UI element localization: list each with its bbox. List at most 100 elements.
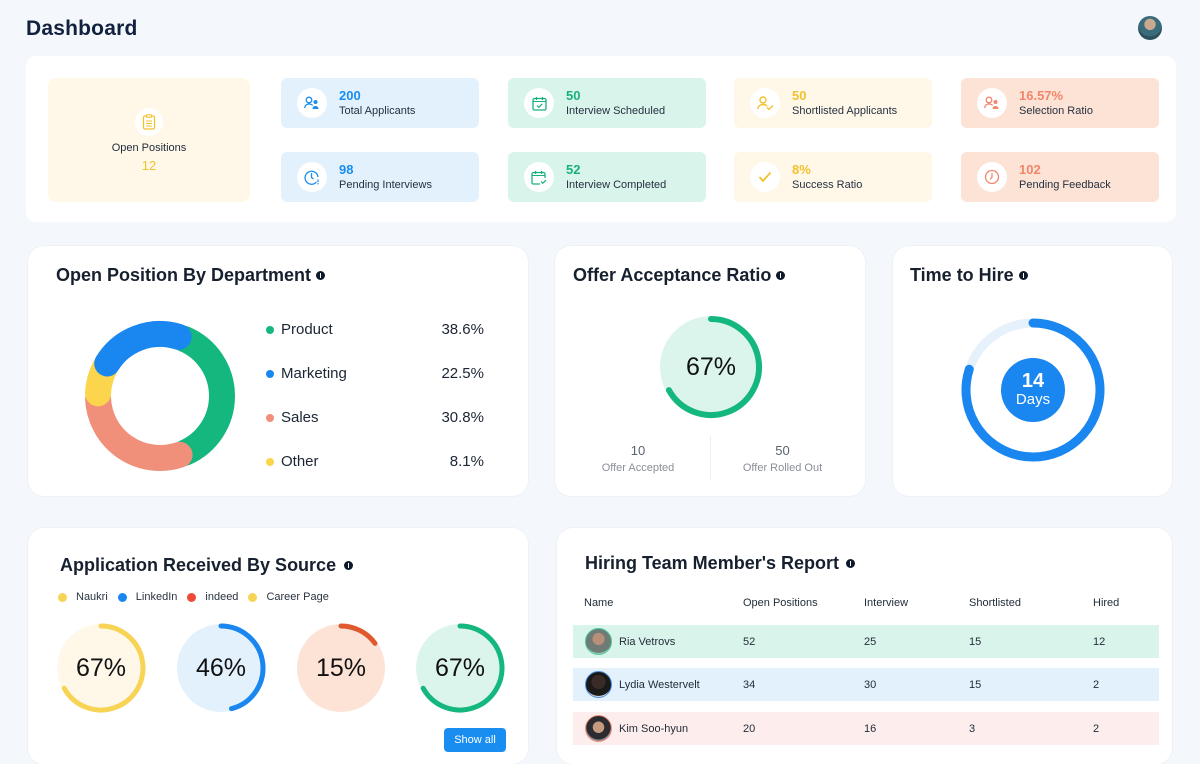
time-to-hire-unit: Days: [1015, 391, 1051, 408]
legend-label: Other: [281, 453, 319, 470]
stat-value: 98: [339, 161, 354, 177]
stat-value: 16.57%: [1019, 87, 1064, 103]
time-to-hire-badge: 14 Days: [1001, 358, 1065, 422]
stat-pending-interviews[interactable]: 98 Pending Interviews: [281, 152, 479, 202]
cell-interview: 16: [864, 722, 877, 735]
cell-hired: 12: [1093, 635, 1106, 648]
cell-open-positions: 34: [743, 678, 756, 691]
legend-value: 30.8%: [441, 409, 484, 426]
legend-career-page: Career Page: [266, 591, 329, 603]
cell-hired: 2: [1093, 678, 1100, 691]
stat-success-ratio[interactable]: 8% Success Ratio: [734, 152, 932, 202]
user-check-icon: [750, 88, 780, 118]
info-icon[interactable]: [846, 559, 855, 568]
show-all-button[interactable]: Show all: [444, 728, 506, 752]
stat-value: 52: [566, 161, 581, 177]
member-name: Lydia Westervelt: [619, 678, 700, 691]
source-gauge-value: 15%: [315, 653, 367, 682]
time-to-hire-value: 14: [1021, 370, 1045, 392]
department-title-text: Open Position By Department: [56, 265, 312, 285]
stat-label: Shortlisted Applicants: [792, 104, 898, 117]
column-open-positions[interactable]: Open Positions: [743, 597, 818, 609]
stat-label: Interview Scheduled: [566, 104, 666, 117]
department-donut-chart: [85, 321, 235, 471]
stat-pending-feedback[interactable]: 102 Pending Feedback: [961, 152, 1159, 202]
user-avatar[interactable]: [1138, 16, 1162, 40]
team-report-title-text: Hiring Team Member's Report: [585, 553, 839, 573]
legend-dot: [187, 592, 197, 602]
member-name: Ria Vetrovs: [619, 635, 676, 648]
source-gauge-value: 67%: [75, 653, 127, 682]
info-icon[interactable]: [776, 271, 786, 280]
source-gauge: 67%: [415, 623, 505, 713]
legend-label: Product: [281, 321, 333, 338]
offer-rolled-out-label: Offer Rolled Out: [742, 462, 823, 474]
table-row[interactable]: Lydia Westervelt 34 30 15 2: [573, 668, 1159, 701]
stat-shortlisted-applicants[interactable]: 50 Shortlisted Applicants: [734, 78, 932, 128]
stat-interview-scheduled[interactable]: 50 Interview Scheduled: [508, 78, 706, 128]
open-positions-label: Open Positions: [111, 141, 187, 154]
avatar: [585, 671, 612, 698]
donut-slice-product[interactable]: [170, 325, 235, 466]
department-card: Open Position By Department Product 38.6%…: [28, 246, 528, 496]
offer-title-text: Offer Acceptance Ratio: [573, 265, 772, 285]
legend-dot: [248, 592, 258, 602]
source-gauge: 46%: [176, 623, 266, 713]
legend-marketing: Marketing 22.5%: [266, 365, 484, 382]
stat-value: 50: [792, 87, 807, 103]
calendar-check-icon: [524, 88, 554, 118]
stat-value: 50: [566, 87, 581, 103]
donut-slice-marketing[interactable]: [94, 321, 192, 377]
stat-value: 200: [339, 87, 361, 103]
legend-dot: [266, 413, 274, 422]
legend-dot: [266, 325, 274, 334]
legend-label: Marketing: [281, 365, 347, 382]
column-hired[interactable]: Hired: [1093, 597, 1119, 609]
offer-accepted: 10 Offer Accepted: [583, 443, 693, 474]
legend-value: 22.5%: [441, 365, 484, 382]
legend-dot: [58, 592, 67, 602]
source-gauge: 15%: [296, 623, 386, 713]
stat-value: 8%: [792, 161, 811, 177]
source-gauge: 67%: [56, 623, 146, 713]
info-icon[interactable]: [1018, 271, 1028, 280]
legend-naukri: Naukri: [76, 591, 108, 603]
legend-dot: [117, 592, 127, 602]
source-gauge-value: 67%: [434, 653, 486, 682]
legend-label: Sales: [281, 409, 319, 426]
cell-interview: 30: [864, 678, 877, 691]
stat-selection-ratio[interactable]: 16.57% Selection Ratio: [961, 78, 1159, 128]
legend-sales: Sales 30.8%: [266, 409, 484, 426]
column-shortlisted[interactable]: Shortlisted: [969, 597, 1021, 609]
avatar: [585, 715, 612, 742]
column-name[interactable]: Name: [584, 597, 613, 609]
stat-total-applicants[interactable]: 200 Total Applicants: [281, 78, 479, 128]
stats-panel: Open Positions 12 200 Total Applicants 50…: [26, 56, 1176, 222]
team-report-card: Hiring Team Member's Report Name Open Po…: [557, 528, 1172, 764]
table-row[interactable]: Ria Vetrovs 52 25 15 12: [573, 625, 1159, 658]
clipboard-icon: [135, 107, 163, 136]
open-positions-card[interactable]: Open Positions 12: [48, 78, 250, 202]
stat-interview-completed[interactable]: 52 Interview Completed: [508, 152, 706, 202]
source-title: Application Received By Source: [60, 555, 354, 576]
cell-shortlisted: 3: [969, 722, 976, 735]
legend-dot: [266, 457, 274, 466]
stat-label: Interview Completed: [566, 178, 667, 191]
offer-rolled-out: 50 Offer Rolled Out: [725, 443, 840, 474]
legend-dot: [266, 369, 274, 378]
check-icon: [750, 162, 780, 192]
cell-hired: 2: [1093, 722, 1100, 735]
donut-slice-sales[interactable]: [85, 385, 193, 471]
table-row[interactable]: Kim Soo-hyun 20 16 3 2: [573, 712, 1159, 745]
info-icon[interactable]: [344, 561, 354, 570]
offer-card: Offer Acceptance Ratio 67% 10 Offer Accep…: [555, 246, 865, 496]
legend-value: 8.1%: [449, 453, 484, 470]
department-title: Open Position By Department: [56, 265, 326, 286]
time-to-hire-title-text: Time to Hire: [910, 265, 1014, 285]
cell-interview: 25: [864, 635, 877, 648]
column-interview[interactable]: Interview: [864, 597, 908, 609]
clock-alert-icon: [297, 162, 327, 192]
legend-value: 38.6%: [441, 321, 484, 338]
open-positions-value: 12: [141, 157, 157, 173]
info-icon[interactable]: [316, 271, 326, 280]
